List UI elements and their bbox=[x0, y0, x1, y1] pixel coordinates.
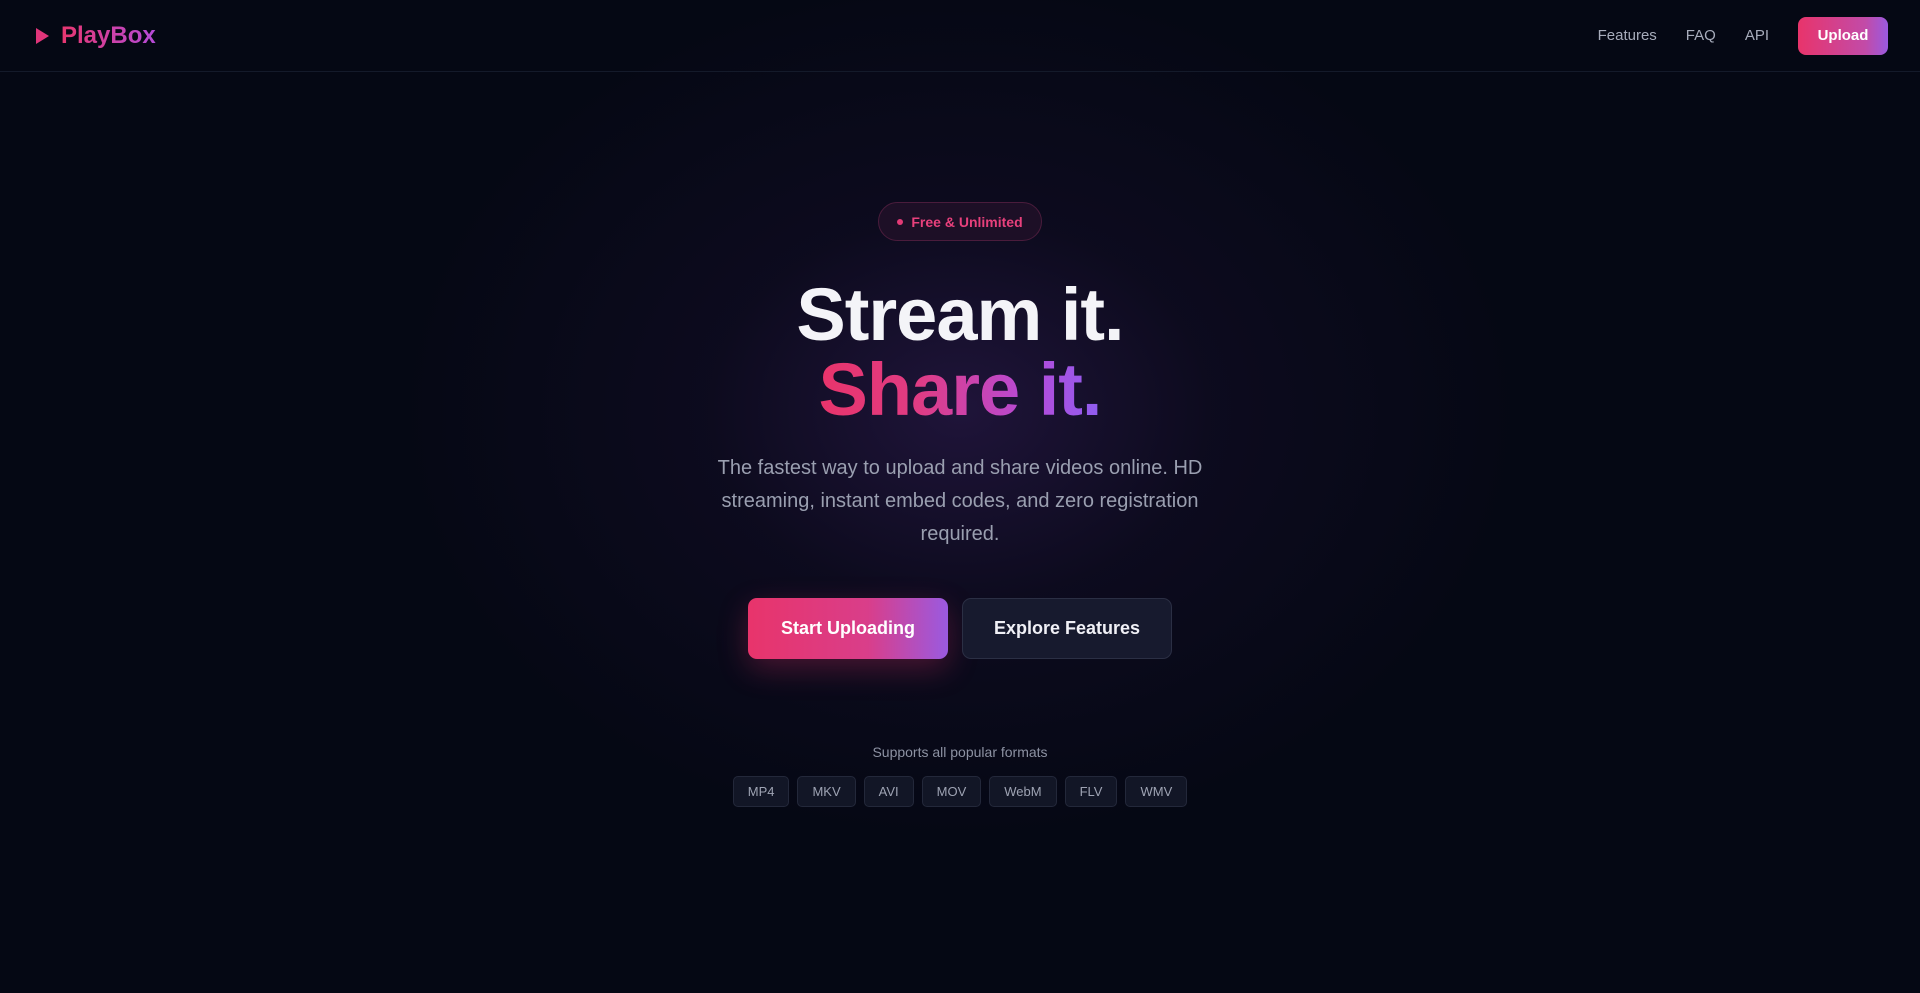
logo[interactable]: PlayBox bbox=[32, 22, 156, 50]
badge-dot-icon bbox=[897, 218, 904, 225]
top-navbar: PlayBox Features FAQ API Upload bbox=[0, 0, 1920, 72]
header-upload-button[interactable]: Upload bbox=[1798, 16, 1888, 55]
format-chip-mov: MOV bbox=[921, 776, 982, 807]
format-chip-mp4: MP4 bbox=[732, 776, 790, 807]
nav-link-api[interactable]: API bbox=[1745, 27, 1769, 44]
format-chip-webm: WebM bbox=[989, 776, 1057, 807]
badge-text: Free & Unlimited bbox=[911, 213, 1023, 230]
format-chip-wmv: WMV bbox=[1125, 776, 1188, 807]
nav-link-faq[interactable]: FAQ bbox=[1686, 27, 1716, 44]
format-chip-avi: AVI bbox=[863, 776, 914, 807]
format-chip-mkv: MKV bbox=[797, 776, 856, 807]
nav-link-features[interactable]: Features bbox=[1598, 27, 1657, 44]
nav-menu: Features FAQ API Upload bbox=[1598, 16, 1888, 55]
explore-features-button[interactable]: Explore Features bbox=[962, 598, 1172, 659]
logo-text: PlayBox bbox=[61, 21, 156, 49]
page: PlayBox Features FAQ API Upload Free & U… bbox=[0, 0, 1920, 993]
format-chips: MP4 MKV AVI MOV WebM FLV WMV bbox=[0, 776, 1920, 807]
play-icon bbox=[36, 27, 49, 44]
hero-title-line-2: Share it. bbox=[0, 353, 1920, 427]
hero-title-gradient-text: Share it. bbox=[818, 348, 1103, 431]
formats-label: Supports all popular formats bbox=[872, 744, 1048, 760]
hero-subtitle: The fastest way to upload and share vide… bbox=[717, 457, 1203, 545]
start-uploading-button[interactable]: Start Uploading bbox=[748, 598, 948, 659]
hero-title-line-1: Stream it. bbox=[796, 273, 1124, 356]
hero-badge: Free & Unlimited bbox=[878, 202, 1042, 241]
format-chip-flv: FLV bbox=[1064, 776, 1118, 807]
